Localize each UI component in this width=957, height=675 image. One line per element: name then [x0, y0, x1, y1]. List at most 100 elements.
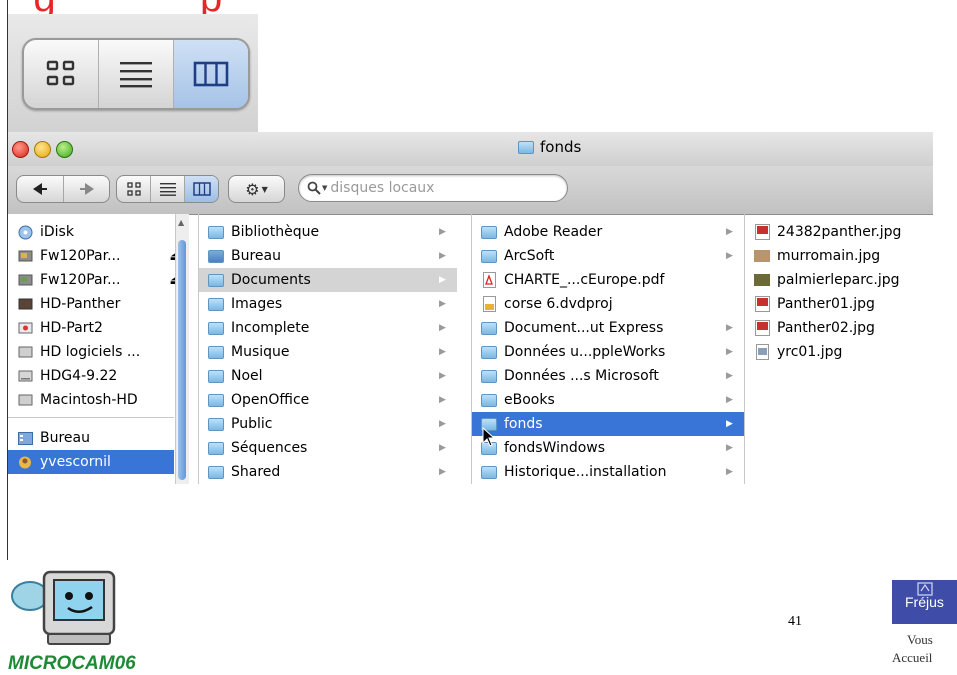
column-view-button[interactable]	[184, 176, 218, 202]
disclosure-arrow-icon: ▶	[726, 419, 733, 429]
sidebar-item-hd-logiciels[interactable]: HD logiciels ...	[8, 340, 188, 364]
badge-title: Fréjus	[905, 594, 944, 610]
list-item[interactable]: Panther02.jpg	[745, 316, 933, 340]
list-item[interactable]: corse 6.dvdproj	[472, 292, 744, 316]
sidebar-scroll-thumb[interactable]	[178, 240, 186, 480]
column-browser: iDisk Fw120Par... ⏏ Fw120Par... ⏏ HD-Pan…	[8, 214, 933, 484]
list-item[interactable]: Données ...s Microsoft ▶	[472, 364, 744, 388]
pdf-file-icon	[480, 272, 498, 288]
list-item[interactable]: Noel ▶	[199, 364, 457, 388]
sidebar-item-macintosh-hd[interactable]: Macintosh-HD	[8, 388, 188, 412]
list-item[interactable]: Panther01.jpg	[745, 292, 933, 316]
list-item[interactable]: Bibliothèque ▶	[199, 220, 457, 244]
list-item[interactable]: CHARTE_...cEurope.pdf	[472, 268, 744, 292]
scroll-up-arrow-icon[interactable]: ▲	[178, 218, 184, 227]
view-buttons-zoom-group	[22, 38, 250, 110]
back-button[interactable]	[17, 176, 63, 202]
list-item[interactable]: Public ▶	[199, 412, 457, 436]
list-item[interactable]: murromain.jpg	[745, 244, 933, 268]
icon-view-icon	[126, 182, 141, 196]
jpeg-file-icon	[753, 320, 771, 336]
disclosure-arrow-icon: ▶	[726, 395, 733, 405]
list-item[interactable]: Bureau ▶	[199, 244, 457, 268]
list-item[interactable]: Données u...ppleWorks ▶	[472, 340, 744, 364]
list-view-button[interactable]	[150, 176, 184, 202]
sidebar-scrollbar[interactable]: ▲	[175, 214, 189, 484]
list-item[interactable]: 24382panther.jpg	[745, 220, 933, 244]
sidebar-item-hdg4[interactable]: HDG4-9.22	[8, 364, 188, 388]
list-item[interactable]: OpenOffice ▶	[199, 388, 457, 412]
disclosure-arrow-icon: ▶	[439, 395, 446, 405]
sidebar-item-hd-panther[interactable]: HD-Panther	[8, 292, 188, 316]
sidebar-item-bureau[interactable]: Bureau	[8, 426, 188, 450]
list-item[interactable]: Historique...installation ▶	[472, 460, 744, 484]
disk-icon	[16, 320, 34, 336]
zoom-button[interactable]	[56, 141, 73, 158]
list-view-icon	[120, 62, 152, 88]
list-item[interactable]: Shared ▶	[199, 460, 457, 484]
sidebar-item-idisk[interactable]: iDisk	[8, 220, 188, 244]
list-item[interactable]: fonds ▶	[472, 412, 744, 436]
forward-button[interactable]	[63, 176, 109, 202]
sidebar-divider	[8, 417, 174, 418]
disk-icon	[16, 392, 34, 408]
list-item[interactable]: Adobe Reader ▶	[472, 220, 744, 244]
list-item[interactable]: Documents ▶	[199, 268, 457, 292]
sidebar-item-label: Bureau	[40, 430, 90, 446]
search-field[interactable]: ▼ disques locaux	[298, 174, 568, 202]
folder-icon	[480, 464, 498, 480]
list-view-icon	[159, 183, 176, 196]
list-item[interactable]: Images ▶	[199, 292, 457, 316]
sidebar-item-fw120-1[interactable]: Fw120Par... ⏏	[8, 244, 188, 268]
icon-view-icon	[46, 60, 75, 86]
sidebar: iDisk Fw120Par... ⏏ Fw120Par... ⏏ HD-Pan…	[8, 214, 189, 484]
window-titlebar[interactable]: fonds	[8, 132, 933, 166]
sidebar-item-label: Macintosh-HD	[40, 392, 138, 408]
jpeg-file-icon	[753, 224, 771, 240]
sidebar-item-hd-part2[interactable]: HD-Part2	[8, 316, 188, 340]
chevron-down-icon: ▼	[322, 184, 328, 192]
sidebar-item-label: HD logiciels ...	[40, 344, 141, 360]
window-title: fonds	[518, 138, 581, 156]
action-gear: ⚙ ▼	[229, 180, 284, 199]
badge-line1: Vous	[907, 632, 933, 647]
sidebar-item-yvescornil[interactable]: yvescornil	[8, 450, 174, 474]
list-item[interactable]: ArcSoft ▶	[472, 244, 744, 268]
icon-view-button[interactable]	[117, 176, 150, 202]
computer-mascot-icon	[11, 570, 116, 645]
list-item[interactable]: Musique ▶	[199, 340, 457, 364]
mouse-cursor-icon	[482, 427, 496, 447]
list-item[interactable]: fondsWindows ▶	[472, 436, 744, 460]
sidebar-item-label: HDG4-9.22	[40, 368, 118, 384]
disclosure-arrow-icon: ▶	[726, 251, 733, 261]
sidebar-item-label: HD-Part2	[40, 320, 103, 336]
dvd-project-icon	[480, 296, 498, 312]
images-folder-icon	[207, 296, 225, 312]
search-icon	[307, 181, 321, 195]
folder-icon	[207, 392, 225, 408]
home-folder-column: Bibliothèque ▶ Bureau ▶ Documents ▶ Images ▶…	[198, 214, 457, 484]
list-item[interactable]: eBooks ▶	[472, 388, 744, 412]
view-mode-control	[116, 175, 219, 203]
action-menu-button[interactable]: ⚙ ▼	[228, 175, 285, 203]
disk-icon	[16, 368, 34, 384]
home-icon	[16, 454, 34, 470]
disk-icon	[16, 248, 34, 264]
search-placeholder: disques locaux	[330, 180, 435, 196]
disclosure-arrow-icon: ▶	[439, 275, 446, 285]
list-item[interactable]: Incomplete ▶	[199, 316, 457, 340]
disclosure-arrow-icon: ▶	[439, 299, 446, 309]
disclosure-arrow-icon: ▶	[439, 443, 446, 453]
idisk-icon	[16, 224, 34, 240]
gear-icon: ⚙	[245, 179, 260, 199]
list-item[interactable]: palmierleparc.jpg	[745, 268, 933, 292]
frejus-badge: Fréjus Vous Accueil	[892, 555, 957, 671]
close-button[interactable]	[12, 141, 29, 158]
list-item[interactable]: Document...ut Express ▶	[472, 316, 744, 340]
list-item[interactable]: Séquences ▶	[199, 436, 457, 460]
sidebar-item-label: yvescornil	[40, 454, 111, 470]
sidebar-item-fw120-2[interactable]: Fw120Par... ⏏	[8, 268, 188, 292]
view-buttons-zoom-inset	[8, 14, 258, 132]
minimize-button[interactable]	[34, 141, 51, 158]
list-item[interactable]: yrc01.jpg	[745, 340, 933, 364]
